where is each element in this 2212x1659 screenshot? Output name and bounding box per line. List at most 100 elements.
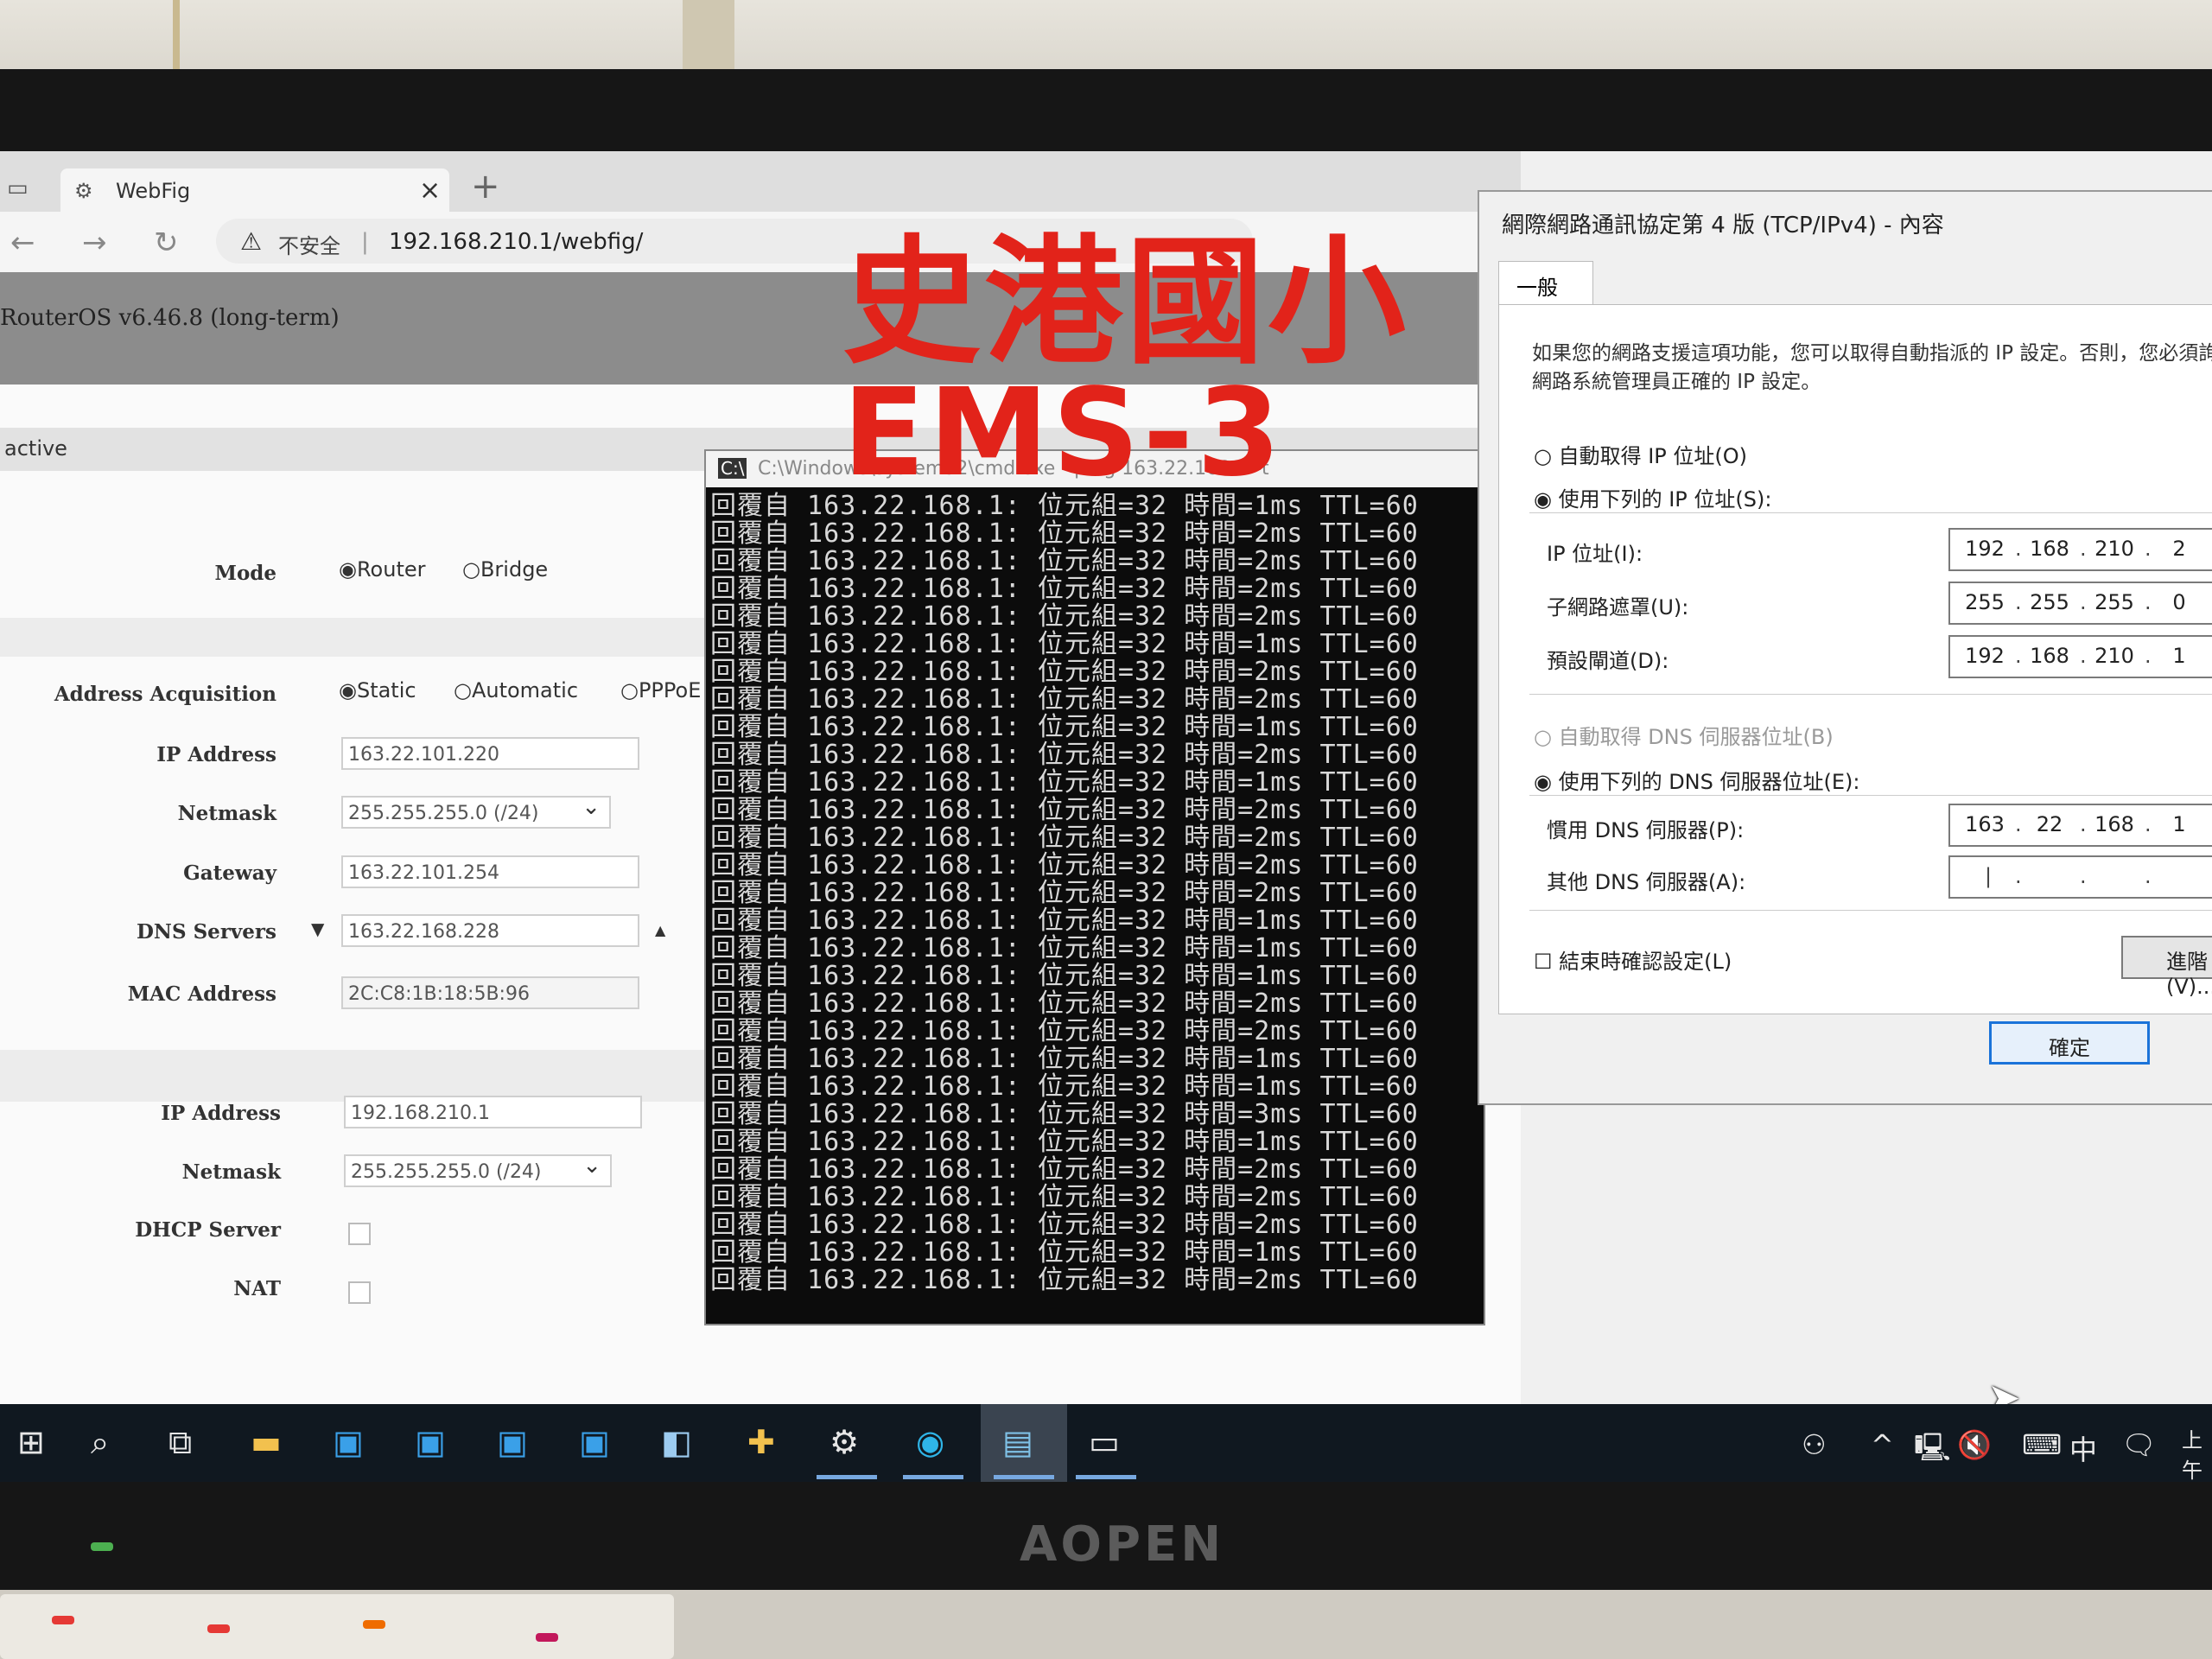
octet-dot: . (2015, 537, 2022, 561)
mac-address-field: 2C:C8:1B:18:5B:96 (341, 976, 639, 1009)
app-window-icon[interactable]: ▣ (333, 1423, 364, 1461)
volume-muted-icon[interactable]: 🔇 (1957, 1428, 1992, 1461)
task-view-icon[interactable]: ⧉ (168, 1423, 192, 1462)
refresh-icon[interactable]: ↻ (154, 226, 179, 260)
insecure-label[interactable]: 不安全 (278, 229, 340, 259)
group-border (1529, 512, 2212, 513)
dns-collapse-icon[interactable]: ▼ (311, 918, 324, 939)
alternate-dns-label: 其他 DNS 伺服器(A): (1547, 870, 1746, 894)
back-icon[interactable]: ← (10, 226, 35, 260)
acq-pppoe-label: PPPoE (638, 678, 702, 702)
ok-button[interactable]: 確定 (1989, 1021, 2150, 1065)
winbox-icon[interactable]: ✚ (747, 1423, 775, 1461)
lan-netmask-select[interactable]: 255.255.255.0 (/24) (344, 1153, 612, 1187)
overlay-device-name: EMS-3 (842, 363, 1285, 504)
octet[interactable]: 22 (2024, 812, 2075, 836)
ping-reply-line: 回覆自 163.22.168.1: 位元組=32 時間=1ms TTL=60 (710, 712, 1419, 742)
status-text: active (4, 436, 67, 461)
app-window-icon[interactable]: ▣ (579, 1423, 610, 1461)
cmd-taskbar-icon[interactable]: ▭ (1089, 1423, 1120, 1461)
acq-automatic-radio[interactable]: ○Automatic (454, 678, 578, 702)
acq-pppoe-radio[interactable]: ○PPPoE (620, 678, 701, 702)
ping-reply-line: 回覆自 163.22.168.1: 位元組=32 時間=1ms TTL=60 (710, 1127, 1419, 1157)
octet[interactable]: 0 (2153, 590, 2205, 614)
network-app-icon[interactable]: ◧ (661, 1423, 692, 1461)
octet[interactable]: 210 (2088, 537, 2140, 561)
octet-dot: . (2145, 812, 2152, 836)
led-indicator (363, 1620, 385, 1629)
dialog-description: 如果您的網路支援這項功能，您可以取得自動指派的 IP 設定。否則，您必須詢問網路… (1532, 342, 2212, 393)
lan-netmask-label: Netmask (181, 1160, 281, 1184)
app-window-icon[interactable]: ▣ (497, 1423, 528, 1461)
wan-ip-field[interactable]: 163.22.101.220 (341, 737, 639, 770)
cmd-window[interactable]: C:\ C:\Windows\system32\cmd.exe - ping 1… (704, 449, 1485, 1325)
ping-reply-line: 回覆自 163.22.168.1: 位元組=32 時間=2ms TTL=60 (710, 546, 1419, 576)
dialog-title: 網際網路通訊協定第 4 版 (TCP/IPv4) - 內容 (1502, 213, 1944, 238)
auto-ip-radio[interactable]: ○ 自動取得 IP 位址(O) (1534, 439, 1747, 469)
app-window-icon[interactable]: ▣ (415, 1423, 446, 1461)
mode-label: Mode (214, 562, 276, 585)
notification-icon[interactable]: 🗨 (2121, 1428, 2157, 1461)
octet[interactable]: 2 (2153, 537, 2205, 561)
forward-icon[interactable]: → (82, 226, 107, 260)
advanced-button[interactable]: 進階(V)... (2121, 936, 2212, 999)
manual-dns-label: 使用下列的 DNS 伺服器位址(E): (1558, 770, 1860, 794)
manual-dns-radio[interactable]: ◉ 使用下列的 DNS 伺服器位址(E): (1534, 765, 1859, 795)
start-icon[interactable]: ⊞ (17, 1423, 45, 1461)
octet[interactable]: 1 (2153, 812, 2205, 836)
preferred-dns-field[interactable]: 163. 22. 168. 1 (1948, 804, 2212, 847)
edge-icon[interactable]: ◉ (916, 1423, 944, 1461)
url-text[interactable]: 192.168.210.1/webfig/ (389, 229, 643, 255)
dns-remove-icon[interactable]: ▲ (655, 922, 665, 938)
file-explorer-icon[interactable]: ▬ (251, 1423, 282, 1461)
acq-static-label: Static (356, 678, 416, 702)
lan-ip-field[interactable]: 192.168.210.1 (344, 1096, 642, 1128)
octet[interactable]: 192 (1959, 537, 2011, 561)
ping-reply-line: 回覆自 163.22.168.1: 位元組=32 時間=2ms TTL=60 (710, 988, 1419, 1019)
clock-text[interactable]: 上午 (2182, 1423, 2212, 1482)
settings-icon[interactable]: ⚙ (830, 1423, 859, 1461)
octet-dot: . (2080, 590, 2087, 614)
octet[interactable]: 168 (2024, 644, 2075, 668)
ping-reply-line: 回覆自 163.22.168.1: 位元組=32 時間=1ms TTL=60 (710, 933, 1419, 963)
tab-general[interactable]: 一般 (1498, 261, 1593, 304)
manual-ip-label: 使用下列的 IP 位址(S): (1558, 487, 1772, 512)
new-tab-button[interactable]: + (471, 167, 500, 207)
octet[interactable]: 210 (2088, 644, 2140, 668)
octet[interactable]: 192 (1959, 644, 2011, 668)
network-icon[interactable]: 🖳 (1914, 1428, 1951, 1475)
acq-static-radio[interactable]: ◉Static (339, 678, 416, 702)
network-settings-icon[interactable]: ▤ (1002, 1423, 1033, 1461)
octet[interactable]: 255 (2088, 590, 2140, 614)
keyboard-icon[interactable]: ⌨ (2022, 1428, 2062, 1461)
dns-servers-field[interactable]: 163.22.168.228 (341, 914, 639, 947)
ip-address-field[interactable]: 192. 168. 210. 2 (1948, 528, 2212, 571)
mode-router-radio[interactable]: ◉Router (339, 557, 426, 582)
ping-reply-line: 回覆自 163.22.168.1: 位元組=32 時間=2ms TTL=60 (710, 1182, 1419, 1212)
nat-checkbox[interactable] (348, 1281, 371, 1304)
manual-ip-radio[interactable]: ◉ 使用下列的 IP 位址(S): (1534, 482, 1771, 512)
octet[interactable]: 168 (2024, 537, 2075, 561)
wan-netmask-select[interactable]: 255.255.255.0 (/24) (341, 794, 611, 829)
octet[interactable]: 255 (1959, 590, 2011, 614)
alternate-dns-field[interactable]: | . . . (1948, 855, 2212, 899)
octet[interactable]: 163 (1959, 812, 2011, 836)
default-gateway-field[interactable]: 192. 168. 210. 1 (1948, 635, 2212, 678)
octet[interactable]: 1 (2153, 644, 2205, 668)
mode-bridge-radio[interactable]: ○Bridge (462, 557, 548, 582)
subnet-mask-field[interactable]: 255. 255. 255. 0 (1948, 582, 2212, 625)
warning-icon[interactable]: ⚠ (240, 227, 262, 256)
tab-actions-icon[interactable]: ▭ (7, 175, 29, 201)
dns-servers-label: DNS Servers (136, 920, 276, 944)
dhcp-server-checkbox[interactable] (348, 1223, 371, 1245)
validate-checkbox[interactable]: ☐ 結束時確認設定(L) (1534, 944, 1732, 975)
search-icon[interactable]: ⌕ (91, 1423, 109, 1462)
ime-indicator[interactable]: 中 (2069, 1428, 2097, 1468)
close-icon[interactable]: × (419, 175, 441, 206)
people-icon[interactable]: ⚇ (1802, 1428, 1827, 1461)
tab-webfig[interactable]: ⚙ WebFig × (60, 168, 449, 212)
wan-gateway-field[interactable]: 163.22.101.254 (341, 855, 639, 888)
octet[interactable]: 255 (2024, 590, 2075, 614)
tray-expand-icon[interactable]: ^ (1871, 1428, 1894, 1461)
octet[interactable]: 168 (2088, 812, 2140, 836)
